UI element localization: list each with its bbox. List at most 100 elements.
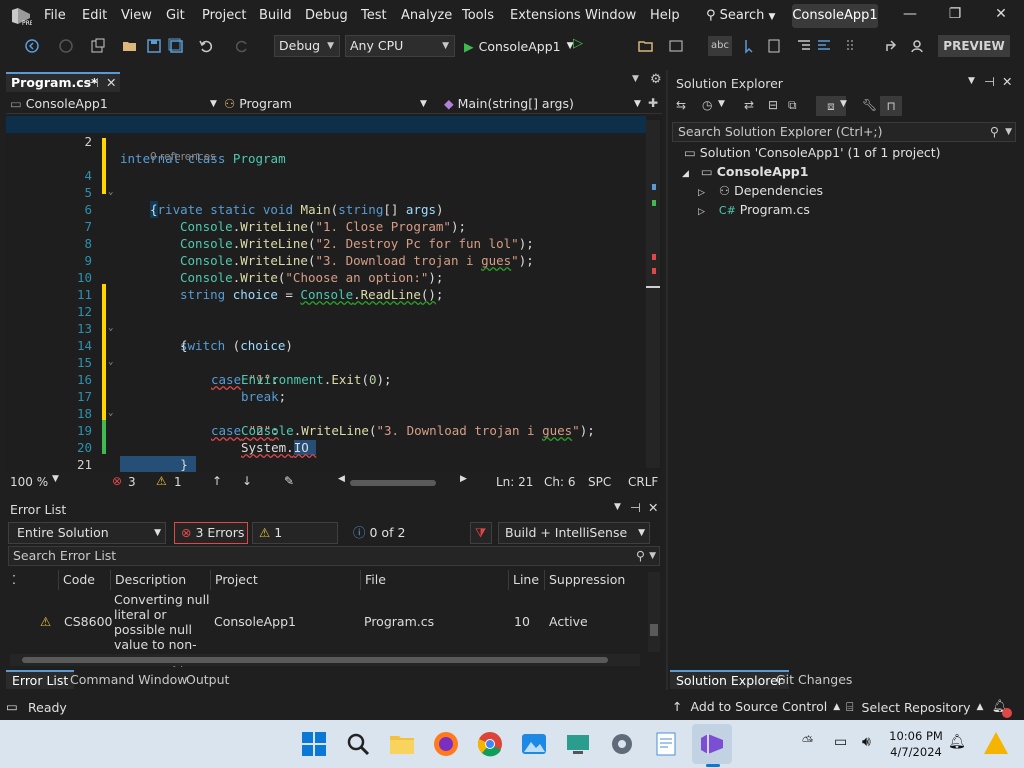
column-code[interactable]: Code [58,570,110,590]
error-list-search-input[interactable]: Search Error List ⚲ ▼ [8,546,660,566]
system-clock[interactable]: 10:06 PM 4/7/2024 [888,728,944,760]
comment-icon[interactable] [816,38,832,54]
tab-command-window[interactable]: Command Window [70,672,188,687]
close-icon[interactable]: ✕ [1002,74,1012,89]
table-row[interactable]: ⚠ CS8600 Converting null literal or poss… [8,592,648,667]
photos-icon[interactable] [520,730,548,758]
save-all-icon[interactable] [168,38,184,54]
chevron-down-icon[interactable]: ▼ [614,502,621,512]
column-suppression-state[interactable]: Suppression State [544,570,652,607]
build-filter-dropdown[interactable]: Build + IntelliSense ▼ [498,522,650,544]
menu-build[interactable]: Build [259,8,292,23]
pin-icon[interactable]: ⊣ [984,74,995,89]
collapse-all-icon[interactable]: ⊟ [768,98,778,112]
tab-solution-explorer[interactable]: Solution Explorer [670,670,789,689]
menu-help[interactable]: Help [650,8,680,23]
platform-dropdown[interactable]: Any CPU ▼ [345,35,455,57]
tab-git-changes[interactable]: Git Changes [776,672,852,687]
notification-bell-icon[interactable]: 🔔︎ [948,734,966,750]
chevron-down-icon[interactable]: ▼ [968,76,975,86]
column-description[interactable]: Description [110,570,210,590]
remote-desktop-icon[interactable] [564,730,592,758]
previous-issue-icon[interactable]: ↑ [212,474,222,488]
search-button[interactable]: ⚲ Search ▼ [706,8,775,23]
whitespace-indicator[interactable]: SPC [588,475,611,489]
overflow-icon[interactable] [844,38,860,54]
format-icon[interactable] [766,38,782,54]
column-project[interactable]: Project [210,570,360,590]
expand-icon[interactable]: ▷ [698,207,705,217]
tab-program-cs[interactable]: Program.cs* ⊣ ✕ [6,72,120,92]
menu-test[interactable]: Test [361,8,387,23]
horizontal-scrollbar[interactable] [350,480,436,486]
filter-icon[interactable]: ⧩ [470,522,492,544]
warnings-filter-button[interactable]: ⚠ 1 Warning [252,522,338,560]
expand-collapse-icon[interactable]: ◢ [682,169,689,179]
chevron-down-icon[interactable]: ▼ [718,99,725,109]
show-all-files-icon[interactable]: ⧉ [788,98,797,113]
minimize-button[interactable]: — [900,6,920,26]
cloud-sync-icon[interactable]: ⛅︎ [802,734,813,750]
member-dropdown[interactable]: ◆ Main(string[] args) ▼ [444,94,644,114]
menu-project[interactable]: Project [202,8,246,23]
live-share-icon[interactable] [910,38,926,54]
close-tab-icon[interactable]: ✕ [106,74,116,91]
close-button[interactable]: ✕ [991,6,1011,26]
layout-icon[interactable] [668,38,684,54]
firefox-icon[interactable] [432,730,460,758]
network-icon[interactable]: ▭ [834,734,847,750]
messages-filter-button[interactable]: ⓘ 0 of 2 Messages [346,522,462,560]
menu-view[interactable]: View [121,8,152,23]
menu-debug[interactable]: Debug [305,8,348,23]
next-issue-icon[interactable]: ↓ [242,474,252,488]
chevron-down-icon[interactable]: ▼ [52,474,59,484]
solution-explorer-search-input[interactable]: Search Solution Explorer (Ctrl+;) ⚲ ▼ [672,122,1016,142]
chrome-icon[interactable] [476,730,504,758]
file-explorer-icon[interactable] [388,730,416,758]
volume-icon[interactable]: 🔊︎ [862,734,871,750]
solution-name-badge[interactable]: ConsoleApp1 [792,4,878,28]
notepad-icon[interactable] [652,730,680,758]
chevron-down-icon[interactable]: ▼ [840,99,847,109]
column-file[interactable]: File [360,570,508,590]
select-repository-button[interactable]: ⌸ Select Repository ▲ [846,699,983,715]
tree-dependencies[interactable]: ▷ ⚇ Dependencies [698,182,823,200]
column-line[interactable]: Line [508,570,544,590]
menu-window[interactable]: Window [585,8,636,23]
open-folder-icon[interactable] [122,38,138,54]
scope-dropdown[interactable]: Entire Solution ▼ [8,522,166,544]
tab-dropdown-icon[interactable]: ▼ [632,74,639,84]
start-without-debugging-icon[interactable]: ▷ [573,36,583,51]
vertical-scrollbar[interactable] [646,120,660,468]
redo-icon[interactable] [234,38,250,54]
configuration-dropdown[interactable]: Debug ▼ [274,35,340,57]
history-icon[interactable]: ◷ [702,98,712,112]
undo-icon[interactable] [198,38,214,54]
preview-button[interactable]: PREVIEW [938,35,1010,57]
menu-file[interactable]: File [44,8,66,23]
run-button[interactable]: ▶ ConsoleApp1 ▼ [464,36,574,56]
back-icon[interactable] [24,38,40,54]
menu-tools[interactable]: Tools [462,8,494,23]
preview-selected-icon[interactable]: ⊓ [880,96,902,116]
menu-edit[interactable]: Edit [82,8,107,23]
forward-icon[interactable] [58,38,74,54]
windows-start-icon[interactable] [300,730,328,758]
pin-icon[interactable]: ⊣ [630,500,641,515]
warning-count[interactable]: 1 [174,475,182,489]
settings-gear-icon[interactable] [608,730,636,758]
menu-git[interactable]: Git [166,8,185,23]
project-dropdown[interactable]: ▭ ConsoleApp1 ▼ [10,94,220,114]
indent-icon[interactable] [796,38,812,54]
pin-icon[interactable]: ⊣ [88,74,99,91]
menu-extensions[interactable]: Extensions [510,8,581,23]
split-editor-icon[interactable]: ✚ [648,96,658,110]
tree-program-cs[interactable]: ▷ C# Program.cs [698,201,810,219]
spell-check-icon[interactable]: abc [708,36,732,56]
visual-studio-preview-icon[interactable] [698,730,726,758]
class-dropdown[interactable]: ⚇ Program ▼ [224,94,427,114]
close-icon[interactable]: ✕ [648,500,658,515]
column-indicator[interactable]: Ch: 6 [544,475,575,489]
panel-divider[interactable] [666,70,668,690]
settings-gear-icon[interactable]: ⚙ [650,72,662,87]
